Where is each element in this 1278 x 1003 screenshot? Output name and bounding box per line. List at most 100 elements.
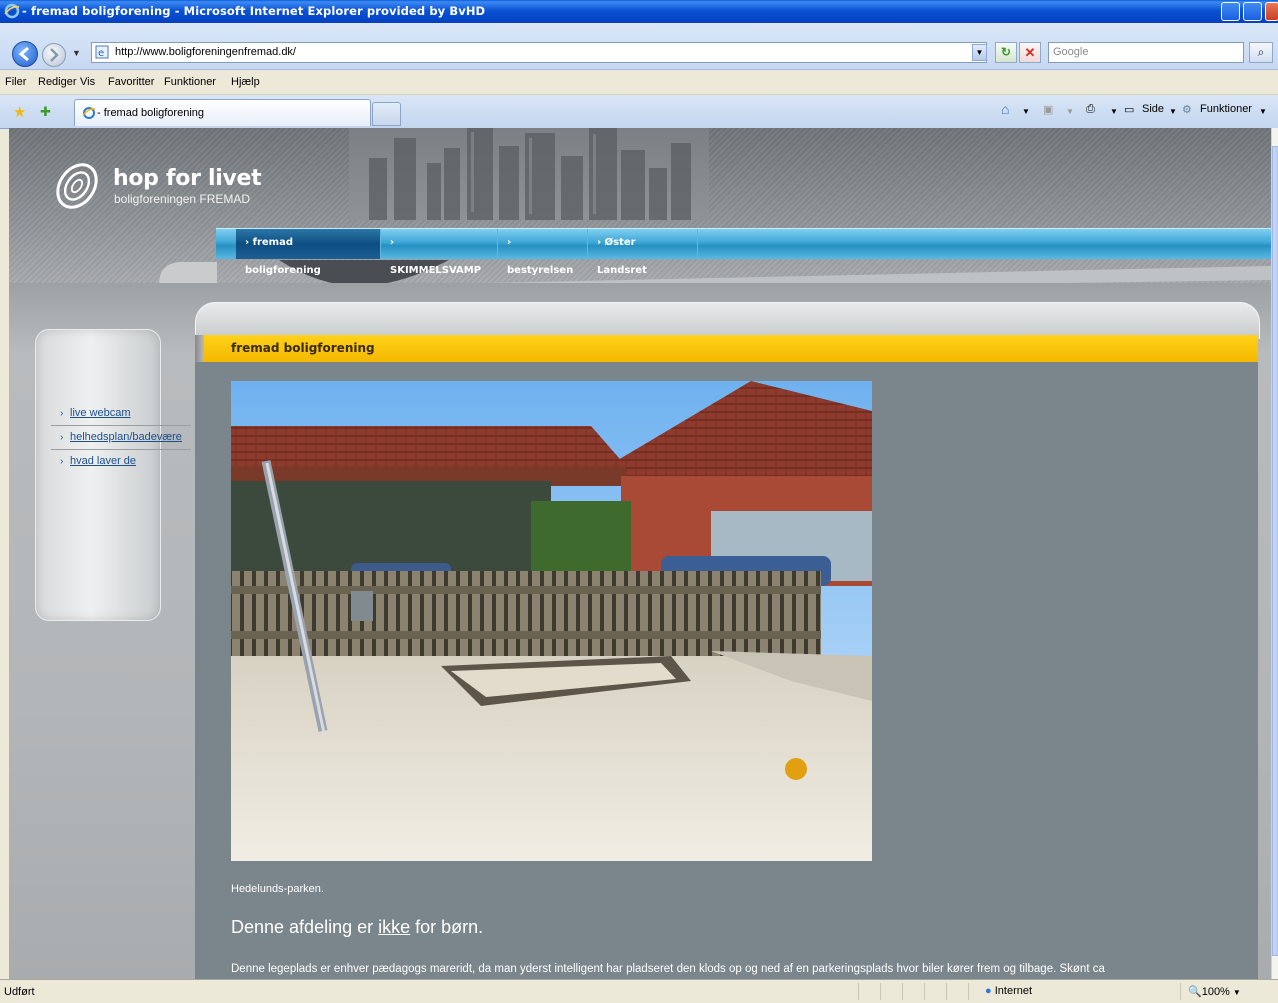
- window-title: - fremad boligforening - Microsoft Inter…: [22, 4, 486, 18]
- tools-gear-icon[interactable]: ⚙: [1182, 103, 1192, 116]
- site-header: hop for livet boligforeningen FREMAD › f…: [9, 128, 1271, 294]
- forward-arrow-icon: [50, 48, 59, 62]
- status-text: Udført: [4, 986, 35, 998]
- zoom-level: 100%: [1201, 986, 1230, 998]
- back-arrow-icon: [18, 46, 29, 62]
- side-link-label[interactable]: hvad laver de: [70, 455, 136, 467]
- content-heading: Denne afdeling er ikke for børn.: [231, 917, 483, 938]
- close-button[interactable]: [1265, 2, 1278, 21]
- nav-bestyrelsen[interactable]: › bestyrelsen: [498, 229, 588, 276]
- zoom-control[interactable]: 🔍100% ▼: [1188, 985, 1241, 998]
- web-page: hop for livet boligforeningen FREMAD › f…: [9, 128, 1271, 979]
- status-divider: [924, 983, 925, 1000]
- ie-logo-icon: [4, 3, 20, 19]
- globe-icon: ●: [985, 985, 992, 997]
- favorites-star-icon[interactable]: ★: [13, 103, 26, 121]
- search-button[interactable]: ⌕: [1249, 42, 1273, 63]
- status-divider: [968, 983, 969, 1000]
- main-navigation: › fremad boligforening › SKIMMELSVAMP › …: [216, 228, 1271, 276]
- page-menu-button[interactable]: Side: [1142, 103, 1164, 115]
- menu-file[interactable]: Filer: [5, 76, 26, 88]
- stop-button[interactable]: ✕: [1019, 42, 1041, 63]
- photo-caption: Hedelunds-parken.: [231, 883, 324, 895]
- heading-underlined-word: ikke: [378, 917, 411, 937]
- status-bar: Udført ● Internet 🔍100% ▼: [0, 979, 1278, 1003]
- home-dropdown-icon[interactable]: ▼: [1022, 107, 1030, 116]
- address-url: http://www.boligforeningenfremad.dk/: [115, 46, 296, 58]
- minimize-button[interactable]: [1221, 2, 1240, 21]
- home-icon[interactable]: ⌂: [1001, 101, 1009, 117]
- nav-oster-landsret[interactable]: › Øster Landsret: [588, 229, 698, 276]
- print-dropdown-icon[interactable]: ▼: [1110, 107, 1118, 116]
- menu-favorites[interactable]: Favoritter: [108, 76, 154, 88]
- heading-text-end: for børn.: [410, 917, 484, 937]
- left-sidebar-panel: [35, 329, 161, 621]
- content-body-text: Denne legeplads er enhver pædagogs marer…: [231, 963, 1105, 975]
- page-dropdown-icon[interactable]: ▼: [1169, 107, 1177, 116]
- feeds-icon[interactable]: ▣: [1043, 103, 1053, 116]
- new-tab-button[interactable]: [372, 102, 401, 126]
- zoom-icon: 🔍: [1188, 986, 1202, 998]
- status-divider: [946, 983, 947, 1000]
- side-link-live-webcam[interactable]: › live webcam: [51, 403, 191, 426]
- recent-pages-dropdown[interactable]: ▼: [72, 48, 81, 58]
- brand-title: hop for livet: [113, 166, 262, 191]
- tab-ie-icon: [82, 107, 96, 119]
- chevron-right-icon: ›: [60, 456, 64, 467]
- section-header: fremad boligforening: [195, 335, 1258, 362]
- refresh-button[interactable]: ↻: [995, 42, 1017, 63]
- nav-fremad-boligforening[interactable]: › fremad boligforening: [236, 229, 381, 276]
- menu-bar: Filer Rediger Vis Favoritter Funktioner …: [0, 70, 1278, 95]
- add-favorite-icon[interactable]: ✚: [40, 104, 51, 120]
- print-icon[interactable]: ⎙: [1086, 103, 1095, 116]
- address-dropdown-button[interactable]: ▼: [972, 44, 987, 61]
- status-divider: [880, 983, 881, 1000]
- feeds-dropdown-icon[interactable]: ▼: [1066, 107, 1074, 116]
- forward-button[interactable]: [42, 43, 66, 67]
- site-logo-icon: [56, 163, 98, 209]
- side-link-helhedsplan[interactable]: › helhedsplan/badeværelse: [51, 427, 191, 450]
- security-zone: ● Internet: [985, 985, 1032, 997]
- heading-text-start: Denne afdeling er: [231, 917, 379, 937]
- tools-menu-button[interactable]: Funktioner: [1200, 103, 1252, 115]
- back-button[interactable]: [12, 41, 38, 67]
- menu-view[interactable]: Vis: [80, 76, 95, 88]
- search-icon: ⌕: [1257, 45, 1265, 59]
- page-menu-icon[interactable]: ▭: [1124, 103, 1134, 116]
- menu-help[interactable]: Hjælp: [231, 76, 260, 88]
- brand-subtitle: boligforeningen FREMAD: [114, 192, 251, 206]
- chevron-right-icon: ›: [60, 408, 64, 419]
- status-divider: [1180, 983, 1181, 1000]
- side-link-label[interactable]: live webcam: [70, 407, 131, 419]
- nav-skimmelsvamp[interactable]: › SKIMMELSVAMP: [381, 229, 498, 276]
- zone-label: Internet: [994, 985, 1033, 997]
- address-field[interactable]: e http://www.boligforeningenfremad.dk/: [91, 42, 987, 63]
- side-link-hvad-laver-de[interactable]: › hvad laver de: [51, 451, 191, 473]
- maximize-button[interactable]: [1243, 2, 1262, 21]
- side-link-label[interactable]: helhedsplan/badeværelse: [70, 431, 182, 443]
- menu-tools[interactable]: Funktioner: [164, 76, 216, 88]
- page-icon: e: [95, 45, 109, 59]
- chevron-right-icon: ›: [60, 432, 64, 443]
- content-panel-top: [195, 302, 1260, 339]
- scrollbar-thumb[interactable]: [1272, 146, 1278, 956]
- window-title-bar[interactable]: - fremad boligforening - Microsoft Inter…: [0, 0, 1278, 23]
- city-skyline-image: [349, 128, 709, 220]
- menu-edit[interactable]: Rediger: [38, 76, 77, 88]
- refresh-icon: ↻: [1000, 45, 1012, 59]
- tab-title: - fremad boligforening: [97, 107, 205, 119]
- search-placeholder: Google: [1053, 46, 1089, 58]
- zoom-dropdown-icon[interactable]: ▼: [1233, 988, 1241, 997]
- section-title: fremad boligforening: [231, 341, 375, 355]
- playground-photo: [231, 381, 872, 861]
- status-divider: [858, 983, 859, 1000]
- status-divider: [902, 983, 903, 1000]
- tools-dropdown-icon[interactable]: ▼: [1259, 107, 1267, 116]
- search-input[interactable]: Google: [1048, 42, 1244, 63]
- vertical-scrollbar[interactable]: [1271, 128, 1278, 979]
- section-marker: [195, 335, 204, 362]
- tab-active[interactable]: - fremad boligforening: [74, 99, 371, 126]
- stop-icon: ✕: [1024, 45, 1036, 60]
- svg-text:e: e: [98, 48, 104, 59]
- main-content: Hedelunds-parken. Denne afdeling er ikke…: [195, 362, 1258, 979]
